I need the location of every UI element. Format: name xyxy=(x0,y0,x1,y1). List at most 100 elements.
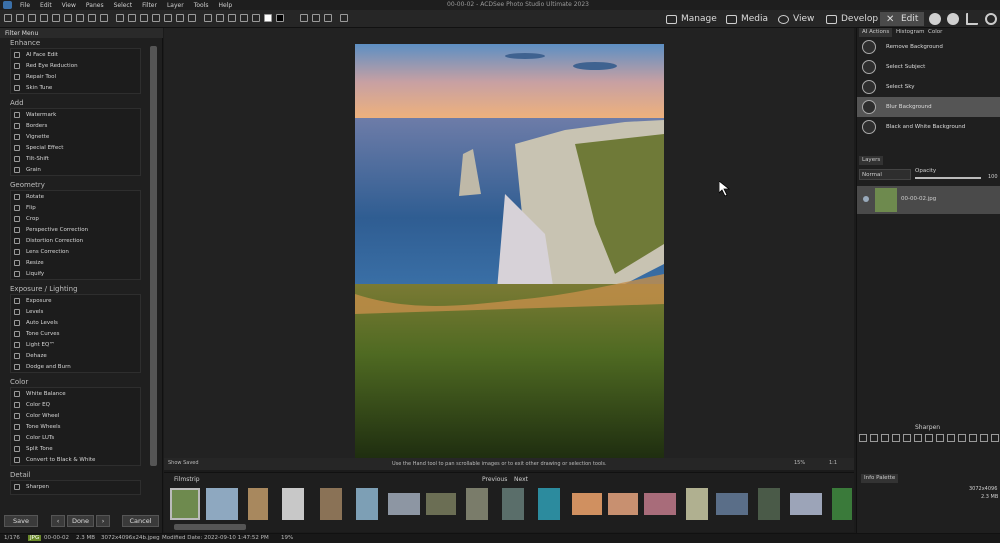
previous-button[interactable]: Previous xyxy=(482,476,507,483)
tool-icon[interactable] xyxy=(958,434,966,442)
tool-icon[interactable] xyxy=(152,14,160,22)
opacity-slider[interactable] xyxy=(915,177,981,179)
tool-icon[interactable] xyxy=(140,14,148,22)
filmstrip-thumbnail[interactable] xyxy=(608,493,638,515)
zoom-ratio[interactable]: 1:1 xyxy=(829,460,837,466)
tool-icon[interactable] xyxy=(188,14,196,22)
next-button[interactable]: Next xyxy=(514,476,528,483)
mode-manage[interactable]: Manage xyxy=(666,12,717,26)
tool-icon[interactable] xyxy=(969,434,977,442)
filter-menu-scrollbar[interactable] xyxy=(150,46,157,466)
filmstrip-thumbnail[interactable] xyxy=(686,488,708,520)
filter-item[interactable]: Flip xyxy=(14,203,36,213)
filter-item[interactable]: Vignette xyxy=(14,132,49,142)
tool-icon[interactable] xyxy=(252,14,260,22)
text-tool-icon[interactable] xyxy=(116,14,124,22)
tool-icon[interactable] xyxy=(936,434,944,442)
tool-icon[interactable] xyxy=(52,14,60,22)
menu-edit[interactable]: Edit xyxy=(35,2,57,9)
filmstrip-thumbnail[interactable] xyxy=(502,488,524,520)
tool-icon[interactable] xyxy=(216,14,224,22)
tool-icon[interactable] xyxy=(128,14,136,22)
filter-item[interactable]: Grain xyxy=(14,165,41,175)
cancel-button[interactable]: Cancel xyxy=(122,515,159,527)
menu-file[interactable]: File xyxy=(15,2,35,9)
menu-help[interactable]: Help xyxy=(213,2,237,9)
filter-item[interactable]: Watermark xyxy=(14,110,56,120)
tool-icon[interactable] xyxy=(176,14,184,22)
group-geometry[interactable]: Geometry xyxy=(10,181,45,189)
filter-item[interactable]: Resize xyxy=(14,258,44,268)
done-button[interactable]: Done xyxy=(67,515,94,527)
menu-view[interactable]: View xyxy=(57,2,81,9)
tool-icon[interactable] xyxy=(76,14,84,22)
filter-item[interactable]: Light EQ™ xyxy=(14,340,55,350)
mode-media[interactable]: Media xyxy=(726,12,768,26)
menu-layer[interactable]: Layer xyxy=(162,2,189,9)
filter-item[interactable]: Perspective Correction xyxy=(14,225,88,235)
filter-item[interactable]: Color LUTs xyxy=(14,433,54,443)
tab-color[interactable]: Color xyxy=(925,28,945,37)
tool-icon[interactable] xyxy=(64,14,72,22)
timer-icon[interactable] xyxy=(947,13,959,25)
filter-item[interactable]: Levels xyxy=(14,307,43,317)
filter-item[interactable]: Tilt-Shift xyxy=(14,154,49,164)
filter-item[interactable]: Dehaze xyxy=(14,351,47,361)
filmstrip-thumbnail[interactable] xyxy=(538,488,560,520)
filter-item[interactable]: Exposure xyxy=(14,296,51,306)
tab-histogram[interactable]: Histogram xyxy=(893,28,928,37)
menu-filter[interactable]: Filter xyxy=(137,2,162,9)
color-swatch-icon[interactable] xyxy=(276,14,284,22)
globe-icon[interactable] xyxy=(929,13,941,25)
filter-item[interactable]: Color Wheel xyxy=(14,411,59,421)
filmstrip-thumbnail[interactable] xyxy=(426,493,456,515)
group-add[interactable]: Add xyxy=(10,99,24,107)
ai-select-sky[interactable]: Select Sky xyxy=(857,77,1000,97)
tab-ai-actions[interactable]: AI Actions xyxy=(859,28,893,37)
tool-icon[interactable] xyxy=(16,14,24,22)
filmstrip-thumbnail[interactable] xyxy=(572,493,602,515)
filter-item[interactable]: Skin Tune xyxy=(14,83,52,93)
show-saved-button[interactable]: Show Saved xyxy=(168,460,199,466)
filmstrip-thumbnail[interactable] xyxy=(832,488,852,520)
tool-icon[interactable] xyxy=(312,14,320,22)
menu-select[interactable]: Select xyxy=(109,2,138,9)
tool-icon[interactable] xyxy=(324,14,332,22)
mode-develop[interactable]: Develop xyxy=(826,12,878,26)
filter-item[interactable]: Sharpen xyxy=(14,482,49,492)
tool-icon[interactable] xyxy=(991,434,999,442)
color-swatch-icon[interactable] xyxy=(264,14,272,22)
filter-item[interactable]: Split Tone xyxy=(14,444,53,454)
filter-item[interactable]: Tone Curves xyxy=(14,329,60,339)
zoom-value[interactable]: 15% xyxy=(794,460,805,466)
filter-item[interactable]: Borders xyxy=(14,121,47,131)
filmstrip-thumbnail[interactable] xyxy=(790,493,822,515)
layer-row[interactable]: 00-00-02.jpg xyxy=(857,186,1000,214)
mode-edit[interactable]: ✕ Edit xyxy=(880,12,925,26)
group-color[interactable]: Color xyxy=(10,378,28,386)
edited-photo[interactable] xyxy=(355,44,664,458)
visibility-eye-icon[interactable] xyxy=(863,196,869,202)
tool-icon[interactable] xyxy=(870,434,878,442)
tool-icon[interactable] xyxy=(240,14,248,22)
filter-item[interactable]: Tone Wheels xyxy=(14,422,61,432)
tool-icon[interactable] xyxy=(300,14,308,22)
tool-icon[interactable] xyxy=(100,14,108,22)
filmstrip-thumbnail[interactable] xyxy=(320,488,342,520)
filmstrip-thumbnail[interactable] xyxy=(716,493,748,515)
filter-item[interactable]: Crop xyxy=(14,214,39,224)
filter-item[interactable]: Repair Tool xyxy=(14,72,56,82)
tool-icon[interactable] xyxy=(947,434,955,442)
ai-select-subject[interactable]: Select Subject xyxy=(857,57,1000,77)
filmstrip-thumbnail[interactable] xyxy=(248,488,268,520)
filter-item[interactable]: Auto Levels xyxy=(14,318,58,328)
ai-bw-background[interactable]: Black and White Background xyxy=(857,117,1000,137)
filter-item[interactable]: Lens Correction xyxy=(14,247,69,257)
filter-item[interactable]: Special Effect xyxy=(14,143,63,153)
tool-icon[interactable] xyxy=(892,434,900,442)
filmstrip-scrollbar[interactable] xyxy=(174,524,246,530)
filter-item[interactable]: Dodge and Burn xyxy=(14,362,71,372)
save-button[interactable]: Save xyxy=(4,515,38,527)
filter-item[interactable]: White Balance xyxy=(14,389,66,399)
blend-mode-select[interactable]: Normal xyxy=(859,169,911,180)
